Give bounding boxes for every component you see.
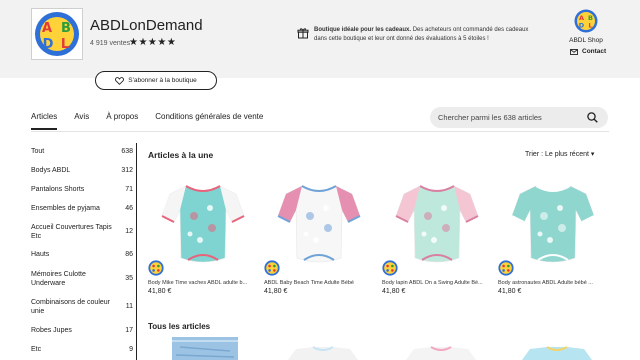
gift-notice: Boutique idéale pour les cadeaux. Des ac… <box>314 26 534 44</box>
tab-about[interactable]: À propos <box>106 112 138 121</box>
category-label: Hauts <box>31 251 50 258</box>
category-label: Pantalons Shorts <box>31 186 85 193</box>
category-sidebar: Tout 638 Bodys ABDL 312 Pantalons Shorts 71… <box>31 147 133 357</box>
sidebar-item-all[interactable]: Tout 638 <box>31 147 133 166</box>
product-card[interactable]: Body Mike Time vaches ABDL adulte b... 41… <box>148 166 258 295</box>
category-label: Combinaisons de couleur unie <box>31 299 110 315</box>
product-thumbnail[interactable] <box>278 337 368 360</box>
product-price: 41,80 € <box>382 288 406 295</box>
product-image[interactable] <box>498 166 608 276</box>
category-count: 638 <box>121 148 133 155</box>
product-title[interactable]: Body lapin ABDL On a Swing Adulte Bé... <box>382 280 490 286</box>
search-icon[interactable] <box>587 112 598 123</box>
product-image[interactable] <box>382 166 492 276</box>
tab-policies[interactable]: Conditions générales de vente <box>155 112 263 121</box>
sort-dropdown[interactable]: Trier : Le plus récent ▾ <box>525 150 594 158</box>
contact-link[interactable]: Contact <box>570 48 606 55</box>
shop-tabs: Articles Avis À propos Conditions généra… <box>31 112 280 130</box>
category-count: 17 <box>125 327 133 334</box>
sidebar-item-dresses[interactable]: Robes Jupes 17 <box>31 326 133 345</box>
product-thumbnail[interactable] <box>512 337 602 360</box>
svg-text:L: L <box>61 37 69 52</box>
category-label: Tout <box>31 148 45 155</box>
category-label: Accueil Couvertures Tapis Etc <box>31 224 112 240</box>
product-title[interactable]: Body astronautes ABDL Adulte bébé ... <box>498 280 606 286</box>
shop-search-input[interactable]: Chercher parmi les 638 articles <box>430 107 608 128</box>
category-count: 12 <box>125 228 133 235</box>
product-price: 41,80 € <box>148 288 172 295</box>
svg-text:A: A <box>42 21 52 36</box>
shop-name: ABDLonDemand <box>90 17 203 34</box>
shop-badge-icon <box>264 260 280 276</box>
sidebar-item-underwear[interactable]: Mémoires Culotte Underware 35 <box>31 270 133 298</box>
category-label: Robes Jupes <box>31 327 72 334</box>
product-title[interactable]: Body Mike Time vaches ABDL adulte b... <box>148 280 256 286</box>
svg-text:B: B <box>61 21 71 36</box>
shop-badge-icon <box>382 260 398 276</box>
shop-header: A B D L ABDLonDemand 4 919 ventes ★★★★★ … <box>0 0 640 78</box>
sidebar-divider <box>136 143 137 360</box>
featured-title: Articles à la une <box>148 150 214 160</box>
product-image[interactable] <box>148 166 258 276</box>
product-price: 41,80 € <box>498 288 522 295</box>
sort-label: Trier : Le plus récent <box>525 151 589 158</box>
category-label: Etc <box>31 346 42 353</box>
sidebar-item-pyjamas[interactable]: Ensembles de pyjama 46 <box>31 204 133 223</box>
tab-articles[interactable]: Articles <box>31 112 58 130</box>
product-thumbnail[interactable] <box>160 337 250 360</box>
sidebar-item-jumpsuits[interactable]: Combinaisons de couleur unie 11 <box>31 298 133 326</box>
product-image[interactable] <box>264 166 374 276</box>
mail-icon <box>570 48 578 55</box>
rating-stars[interactable]: ★★★★★ <box>129 37 176 48</box>
abdl-logo-icon: A B D L <box>35 12 79 56</box>
chevron-down-icon: ▾ <box>590 151 595 158</box>
onesie-illustration <box>395 185 479 263</box>
product-thumbnail[interactable] <box>396 337 486 360</box>
sidebar-item-bodys[interactable]: Bodys ABDL 312 <box>31 166 133 185</box>
product-card[interactable]: Body lapin ABDL On a Swing Adulte Bé... 4… <box>382 166 492 295</box>
sidebar-item-etc[interactable]: Etc 9 <box>31 345 133 357</box>
sidebar-item-tops[interactable]: Hauts 86 <box>31 250 133 270</box>
onesie-illustration <box>277 185 361 263</box>
svg-text:L: L <box>588 22 592 30</box>
tabs-divider <box>31 131 609 132</box>
category-label: Bodys ABDL <box>31 167 71 174</box>
tab-reviews[interactable]: Avis <box>74 112 89 121</box>
owner-name[interactable]: ABDL Shop <box>566 37 606 44</box>
follow-label: S'abonner à la boutique <box>128 77 197 84</box>
heart-icon <box>115 76 125 85</box>
category-label: Mémoires Culotte Underware <box>31 271 86 287</box>
product-card[interactable]: Body astronautes ABDL Adulte bébé ... 41,… <box>498 166 608 295</box>
category-count: 35 <box>125 275 133 282</box>
notice-bold: Boutique idéale pour les cadeaux. <box>314 27 412 33</box>
product-card[interactable]: ABDL Baby Beach Time Adulte Bébé 41,80 € <box>264 166 374 295</box>
sidebar-item-home[interactable]: Accueil Couvertures Tapis Etc 12 <box>31 223 133 250</box>
svg-text:D: D <box>43 37 54 52</box>
sidebar-item-pants[interactable]: Pantalons Shorts 71 <box>31 185 133 204</box>
product-title[interactable]: ABDL Baby Beach Time Adulte Bébé <box>264 280 372 286</box>
category-count: 71 <box>125 186 133 193</box>
product-price: 41,80 € <box>264 288 288 295</box>
category-count: 86 <box>125 251 133 258</box>
onesie-illustration <box>161 185 245 263</box>
all-articles-title: Tous les articles <box>148 322 211 331</box>
category-label: Ensembles de pyjama <box>31 205 100 212</box>
category-count: 312 <box>121 167 133 174</box>
follow-shop-button[interactable]: S'abonner à la boutique <box>95 71 217 90</box>
onesie-illustration <box>511 185 595 263</box>
shop-logo[interactable]: A B D L <box>31 8 83 60</box>
category-count: 11 <box>125 303 133 310</box>
contact-label: Contact <box>582 48 607 55</box>
owner-avatar[interactable]: A B D L <box>574 9 598 33</box>
shop-badge-icon <box>148 260 164 276</box>
category-count: 9 <box>129 346 133 353</box>
sales-count: 4 919 ventes <box>90 40 131 47</box>
search-placeholder: Chercher parmi les 638 articles <box>438 113 542 122</box>
category-count: 46 <box>125 205 133 212</box>
svg-text:D: D <box>579 22 585 30</box>
gift-icon <box>297 28 309 39</box>
shop-badge-icon <box>498 260 514 276</box>
